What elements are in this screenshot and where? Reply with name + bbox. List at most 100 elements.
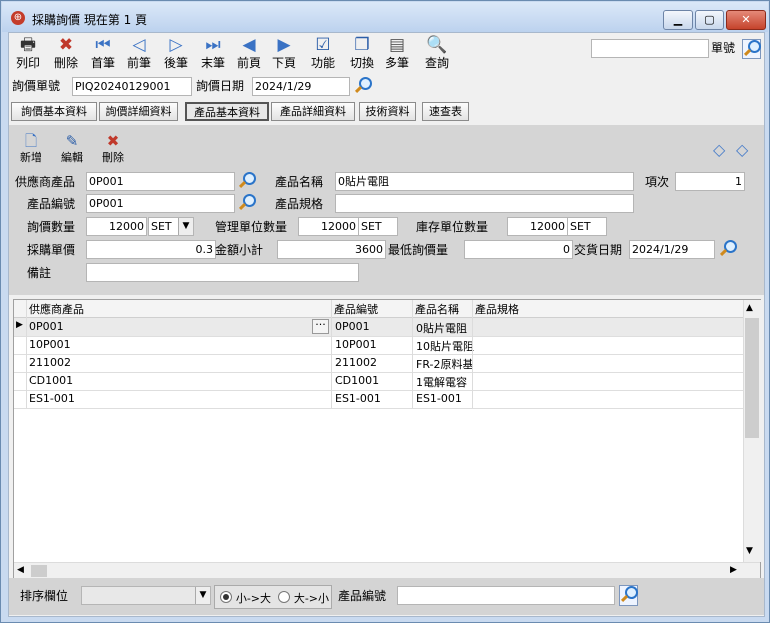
toolbar-delete-button[interactable]: ✖ 刪除: [47, 33, 85, 73]
inquiry-qty-field[interactable]: 12000: [86, 217, 147, 236]
column-header[interactable]: 供應商產品: [29, 301, 84, 317]
table-cell[interactable]: 0貼片電阻: [416, 320, 474, 336]
detail-delete-button[interactable]: ✖ 刪除: [95, 131, 131, 167]
table-row[interactable]: 10P001 10P001 10貼片電阻: [14, 336, 743, 355]
table-row[interactable]: ▶ ··· 0P001 0P001 0貼片電阻: [14, 318, 743, 337]
inquiry-date-field[interactable]: 2024/1/29: [252, 77, 350, 96]
table-row[interactable]: CD1001 CD1001 1電解電容: [14, 372, 743, 391]
amount-field[interactable]: 3600: [277, 240, 386, 259]
inquiry-no-field[interactable]: PIQ20240129001: [72, 77, 192, 96]
chevron-down-icon[interactable]: ▼: [746, 546, 753, 556]
prev-detail-icon[interactable]: ◇: [713, 142, 725, 158]
table-cell[interactable]: ES1-001: [335, 392, 410, 405]
next-page-icon: ▶: [277, 35, 291, 55]
toolbar-first-record-button[interactable]: ⏮ 首筆: [84, 33, 122, 73]
tab-2[interactable]: 產品基本資料: [185, 102, 269, 121]
table-cell[interactable]: 10P001: [335, 338, 410, 351]
filter-product-code-input[interactable]: [397, 586, 615, 605]
chevron-right-icon[interactable]: ▶: [730, 565, 737, 575]
inquiry-unit-select[interactable]: SET ▼: [148, 217, 194, 236]
toolbar-next-page-button[interactable]: ▶ 下頁: [265, 33, 303, 73]
close-button[interactable]: ✕: [726, 10, 766, 30]
toolbar-prev-record-button[interactable]: ◁ 前筆: [120, 33, 158, 73]
mgmt-qty-field[interactable]: 12000: [298, 217, 359, 236]
toolbar-next-record-button[interactable]: ▷ 後筆: [157, 33, 195, 73]
inquiry-qty-label: 詢價數量: [27, 220, 76, 234]
horizontal-scroll-thumb[interactable]: [31, 565, 47, 577]
table-cell[interactable]: 0P001: [335, 320, 410, 333]
toolbar-printer-button[interactable]: 🖶 列印: [9, 33, 47, 73]
stock-qty-field[interactable]: 12000: [507, 217, 568, 236]
tab-5[interactable]: 速查表: [422, 102, 469, 121]
column-header[interactable]: 產品規格: [475, 301, 519, 317]
toolbar-label: 列印: [15, 56, 40, 70]
detail-edit-button[interactable]: ✎ 編輯: [54, 131, 90, 167]
chevron-left-icon[interactable]: ◀: [17, 565, 24, 575]
table-cell[interactable]: 211002: [335, 356, 410, 369]
mgmt-unit-field[interactable]: SET: [358, 217, 398, 236]
table-cell[interactable]: CD1001: [335, 374, 410, 387]
toolbar-function-button[interactable]: ☑ 功能: [304, 33, 342, 73]
search-button[interactable]: [742, 39, 761, 59]
tab-3[interactable]: 產品詳細資料: [271, 102, 355, 121]
vertical-scroll-thumb[interactable]: [745, 318, 759, 438]
radio-icon: [278, 591, 290, 603]
table-cell[interactable]: ES1-001: [29, 392, 314, 405]
tab-4[interactable]: 技術資料: [359, 102, 416, 121]
product-name-field[interactable]: 0貼片電阻: [335, 172, 634, 191]
supplier-product-lookup-icon[interactable]: [238, 172, 256, 190]
toolbar-query-button[interactable]: 🔍 查詢: [418, 33, 456, 73]
product-code-lookup-icon[interactable]: [238, 194, 256, 212]
delivery-date-field[interactable]: 2024/1/29: [629, 240, 715, 259]
ellipsis-button[interactable]: ···: [312, 319, 329, 334]
column-header[interactable]: 產品名稱: [415, 301, 459, 317]
toolbar-label: 下頁: [271, 56, 296, 70]
table-cell[interactable]: FR-2原料基: [416, 356, 474, 372]
table-cell[interactable]: ES1-001: [416, 392, 474, 405]
detail-new-doc-button[interactable]: 🗋 新增: [13, 131, 49, 167]
prev-page-icon: ◀: [242, 35, 256, 55]
chevron-up-icon[interactable]: ▲: [746, 303, 753, 313]
chevron-down-icon[interactable]: ▼: [178, 218, 193, 235]
table-cell[interactable]: 10P001: [29, 338, 314, 351]
minimize-button[interactable]: ▁: [663, 10, 693, 30]
table-cell[interactable]: 211002: [29, 356, 314, 369]
filter-search-button[interactable]: [619, 585, 638, 606]
sort-asc-radio[interactable]: 小->大: [220, 590, 271, 606]
toolbar-multi-record-button[interactable]: ▤ 多筆: [378, 33, 416, 73]
unit-price-field[interactable]: 0.3: [86, 240, 216, 259]
item-no-field[interactable]: 1: [675, 172, 745, 191]
table-cell[interactable]: 0P001: [29, 320, 314, 333]
tab-0[interactable]: 詢價基本資料: [11, 102, 97, 121]
chevron-down-icon[interactable]: ▼: [195, 587, 210, 604]
horizontal-scrollbar[interactable]: ◀ ▶: [14, 562, 760, 579]
toolbar-last-record-button[interactable]: ⏭ 末筆: [194, 33, 232, 73]
table-row[interactable]: 211002 211002 FR-2原料基: [14, 354, 743, 373]
toolbar-switch-button[interactable]: ❐ 切換: [343, 33, 381, 73]
product-spec-field[interactable]: [335, 194, 634, 213]
table-cell[interactable]: 1電解電容: [416, 374, 474, 390]
next-detail-icon[interactable]: ◇: [736, 142, 748, 158]
switch-icon: ❐: [354, 35, 370, 55]
maximize-button[interactable]: ▢: [695, 10, 724, 30]
remark-field[interactable]: [86, 263, 359, 282]
table-cell[interactable]: CD1001: [29, 374, 314, 387]
sort-desc-radio[interactable]: 大->小: [278, 590, 329, 606]
column-header[interactable]: 產品編號: [334, 301, 378, 317]
record-search-input[interactable]: [591, 39, 709, 58]
toolbar-prev-page-button[interactable]: ◀ 前頁: [230, 33, 268, 73]
delivery-date-lookup-icon[interactable]: [719, 240, 737, 258]
remark-label: 備註: [27, 266, 52, 280]
vertical-scrollbar[interactable]: ▲ ▼: [743, 300, 761, 562]
sort-field-select[interactable]: ▼: [81, 586, 211, 605]
title-bar[interactable]: ⊕ 採購詢價 現在第 1 頁 ▁ ▢ ✕: [2, 2, 768, 32]
product-code-field[interactable]: 0P001: [86, 194, 235, 213]
table-row[interactable]: ES1-001 ES1-001 ES1-001: [14, 390, 743, 409]
delivery-date-label: 交貨日期: [574, 243, 623, 257]
table-cell[interactable]: 10貼片電阻: [416, 338, 474, 354]
tab-1[interactable]: 詢價詳細資料: [99, 102, 178, 121]
stock-unit-field[interactable]: SET: [567, 217, 607, 236]
min-qty-field[interactable]: 0: [464, 240, 573, 259]
inquiry-date-lookup-icon[interactable]: [354, 77, 372, 95]
supplier-product-field[interactable]: 0P001: [86, 172, 235, 191]
